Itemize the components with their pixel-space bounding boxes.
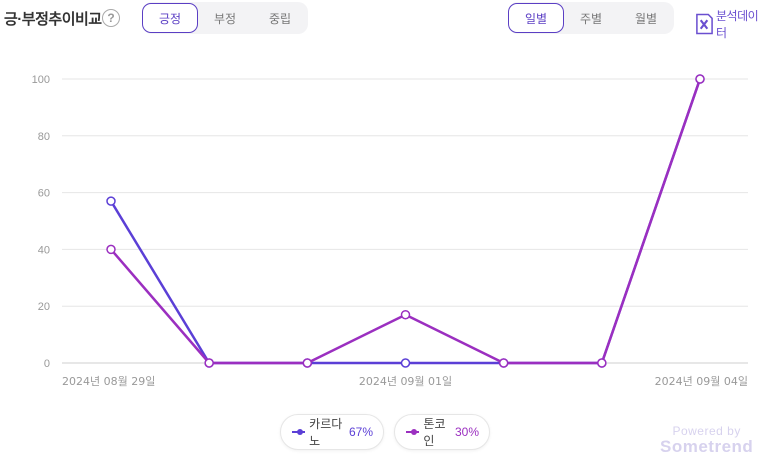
y-tick-label: 100 xyxy=(32,74,50,86)
series-line-0 xyxy=(109,78,702,365)
data-point xyxy=(400,358,411,368)
x-tick-label: 2024년 08월 29일 xyxy=(62,374,155,388)
legend-pct-cardano: 67% xyxy=(348,425,373,439)
data-point xyxy=(106,244,116,255)
legend-item-cardano[interactable]: 카르다노 67% xyxy=(280,414,384,450)
data-point xyxy=(695,74,705,84)
y-tick-label: 80 xyxy=(38,131,50,143)
y-tick-label: 0 xyxy=(44,358,50,370)
legend-pct-toncoin: 30% xyxy=(454,425,479,439)
data-point xyxy=(597,358,607,368)
legend-label-toncoin: 톤코인 xyxy=(423,417,446,448)
y-tick-label: 20 xyxy=(38,301,50,313)
data-point xyxy=(302,358,313,368)
x-tick-label: 2024년 09월 04일 xyxy=(655,374,748,388)
sometrend-wordmark: Sometrend xyxy=(660,437,754,456)
legend-item-toncoin[interactable]: 톤코인 30% xyxy=(394,414,490,450)
legend-marker-cardano xyxy=(292,429,306,435)
line-chart: 0 20 40 60 80 100 2024년 08월 29일 2024년 09월 01일 20… xyxy=(32,74,748,388)
data-point xyxy=(400,309,411,320)
legend-label-cardano: 카르다노 xyxy=(309,417,343,448)
data-point xyxy=(498,358,509,368)
powered-by-logo: Powered by Sometrend xyxy=(660,424,753,457)
y-tick-label: 60 xyxy=(38,188,50,200)
data-point xyxy=(204,358,214,368)
data-point xyxy=(106,196,116,206)
x-tick-label: 2024년 09월 01일 xyxy=(359,374,452,388)
series-line-1 xyxy=(110,78,702,365)
legend-marker-toncoin xyxy=(406,429,420,435)
y-tick-label: 40 xyxy=(38,244,50,256)
powered-by-text: Powered by xyxy=(672,424,741,438)
